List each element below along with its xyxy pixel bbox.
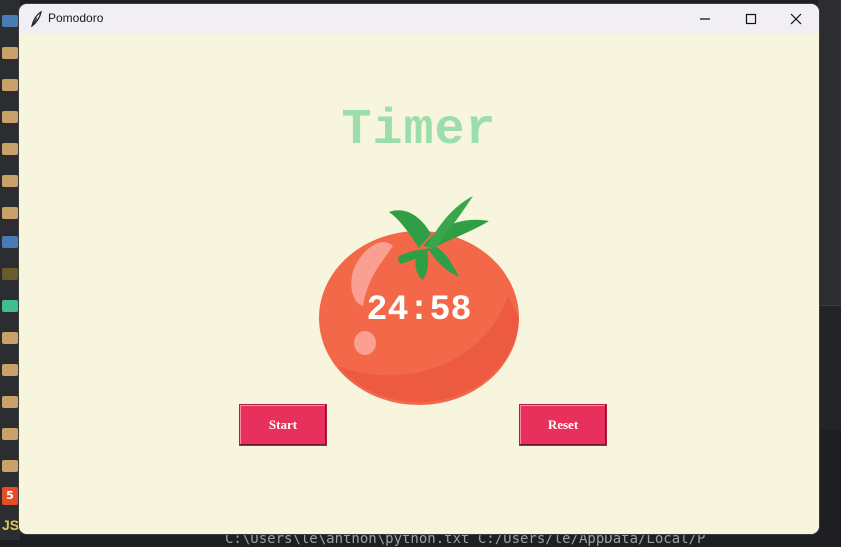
folder-icon	[2, 47, 18, 59]
folder-icon	[2, 79, 18, 91]
timer-canvas: Timer 24:58 Start Reset	[19, 34, 819, 534]
background-terminal	[818, 430, 841, 540]
background-sidebar	[0, 0, 20, 540]
close-button[interactable]	[773, 4, 819, 34]
minimize-button[interactable]	[682, 4, 728, 34]
timer-heading: Timer	[341, 102, 497, 159]
pomodoro-window: Pomodoro Timer 24:58 Start Reset	[19, 4, 819, 534]
folder-icon	[2, 111, 18, 123]
folder-icon	[2, 207, 18, 219]
close-icon	[790, 13, 802, 25]
python-icon	[2, 15, 18, 27]
window-title: Pomodoro	[48, 11, 104, 25]
background-panel	[818, 305, 841, 431]
html5-icon: 5	[2, 487, 18, 505]
countdown-display: 24:58	[366, 290, 472, 330]
start-button[interactable]: Start	[239, 404, 327, 446]
folder-icon	[2, 396, 18, 408]
js-file-icon: JS	[2, 517, 20, 533]
maximize-button[interactable]	[728, 4, 774, 34]
python-icon	[2, 236, 18, 248]
folder-icon	[2, 428, 18, 440]
reset-button[interactable]: Reset	[519, 404, 607, 446]
folder-icon	[2, 460, 18, 472]
background-editor	[818, 0, 841, 305]
image-icon	[2, 300, 18, 312]
minimize-icon	[700, 18, 710, 20]
folder-icon	[2, 143, 18, 155]
maximize-icon	[745, 13, 757, 25]
file-icon	[2, 268, 18, 280]
folder-icon	[2, 332, 18, 344]
folder-icon	[2, 364, 18, 376]
feather-icon	[31, 11, 42, 27]
folder-icon	[2, 175, 18, 187]
title-bar[interactable]: Pomodoro	[19, 4, 819, 34]
